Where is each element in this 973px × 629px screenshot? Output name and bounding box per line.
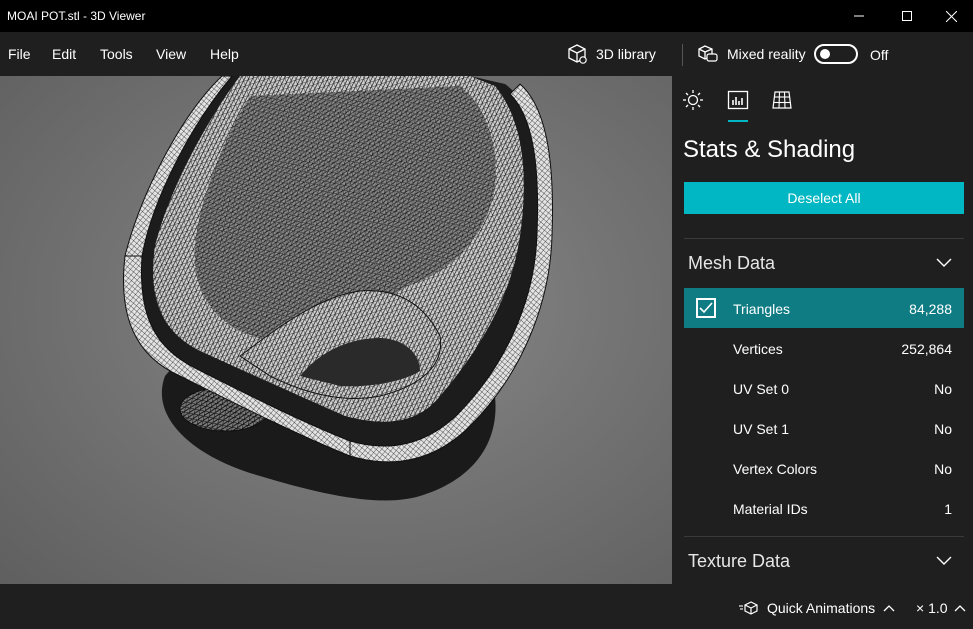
stat-value: No xyxy=(934,381,952,397)
stat-row-uv-set-1[interactable]: UV Set 1 No xyxy=(684,408,964,448)
speed-label: × 1.0 xyxy=(916,600,948,616)
chevron-up-icon xyxy=(954,605,965,612)
stats-panel: Stats & Shading Deselect All Mesh Data T… xyxy=(672,76,973,584)
maximize-icon xyxy=(902,11,912,21)
checkbox[interactable] xyxy=(696,298,716,318)
stat-label: Triangles xyxy=(733,301,791,317)
stat-row-vertices[interactable]: Vertices 252,864 xyxy=(684,328,964,368)
close-icon xyxy=(945,10,957,22)
quick-animations-button[interactable]: Quick Animations xyxy=(739,600,895,616)
menu-view[interactable]: View xyxy=(156,46,186,62)
title-bar: MOAI POT.stl - 3D Viewer xyxy=(0,0,973,32)
chevron-down-icon xyxy=(936,258,952,267)
stat-label: Vertices xyxy=(733,341,783,357)
minimize-icon xyxy=(854,15,864,17)
stats-chart-icon xyxy=(727,90,749,110)
stat-row-material-ids[interactable]: Material IDs 1 xyxy=(684,488,964,528)
texture-data-title: Texture Data xyxy=(688,551,791,571)
checkmark-icon xyxy=(699,302,713,314)
stat-label: UV Set 1 xyxy=(733,421,790,437)
status-bar: Quick Animations × 1.0 xyxy=(0,584,973,629)
stat-value: 1 xyxy=(944,501,952,517)
mixed-reality-toggle[interactable] xyxy=(814,44,858,64)
stat-value: 252,864 xyxy=(901,341,952,357)
maximize-button[interactable] xyxy=(884,0,930,32)
menu-bar: File Edit Tools View Help 3D library Mix… xyxy=(0,32,973,76)
stat-value: No xyxy=(934,461,952,477)
menu-file[interactable]: File xyxy=(8,46,31,62)
section-divider xyxy=(684,238,964,239)
active-tab-indicator xyxy=(728,120,748,122)
sun-icon xyxy=(683,90,703,110)
stat-value: No xyxy=(934,421,952,437)
section-divider xyxy=(684,536,964,537)
menu-help[interactable]: Help xyxy=(210,46,239,62)
stat-value: 84,288 xyxy=(909,301,952,317)
deselect-all-button[interactable]: Deselect All xyxy=(684,182,964,214)
toggle-knob xyxy=(820,49,830,59)
close-button[interactable] xyxy=(928,0,973,32)
animation-speed-button[interactable]: × 1.0 xyxy=(916,600,966,616)
tab-stats[interactable] xyxy=(726,88,750,112)
panel-tabs xyxy=(672,76,973,126)
stat-label: Material IDs xyxy=(733,501,808,517)
mesh-data-title: Mesh Data xyxy=(688,253,776,273)
wireframe-model[interactable] xyxy=(0,76,672,584)
animation-cube-icon xyxy=(739,601,758,615)
mixed-reality-label: Mixed reality xyxy=(727,46,806,62)
menu-tools[interactable]: Tools xyxy=(100,46,133,62)
grid-icon xyxy=(772,91,792,109)
mixed-reality-icon xyxy=(698,45,718,62)
chevron-down-icon xyxy=(936,556,952,565)
3d-library-button[interactable]: 3D library xyxy=(566,42,656,66)
toggle-state-label: Off xyxy=(870,47,889,63)
cube-icon xyxy=(568,44,587,64)
tab-mesh-grid[interactable] xyxy=(770,88,794,112)
stat-row-vertex-colors[interactable]: Vertex Colors No xyxy=(684,448,964,488)
stat-label: Vertex Colors xyxy=(733,461,818,477)
tab-lighting[interactable] xyxy=(681,88,705,112)
stat-row-triangles[interactable]: Triangles 84,288 xyxy=(684,288,964,328)
chevron-up-icon xyxy=(883,605,895,612)
minimize-button[interactable] xyxy=(836,0,882,32)
menu-edit[interactable]: Edit xyxy=(52,46,76,62)
mixed-reality-button[interactable]: Mixed reality xyxy=(697,42,806,66)
quick-animations-label: Quick Animations xyxy=(767,600,876,616)
stat-label: UV Set 0 xyxy=(733,381,790,397)
stat-row-uv-set-0[interactable]: UV Set 0 No xyxy=(684,368,964,408)
3d-viewport[interactable] xyxy=(0,76,672,584)
3d-library-label: 3D library xyxy=(596,46,656,62)
menu-divider xyxy=(682,44,683,66)
window-title: MOAI POT.stl - 3D Viewer xyxy=(7,9,146,23)
panel-title: Stats & Shading xyxy=(683,136,856,163)
